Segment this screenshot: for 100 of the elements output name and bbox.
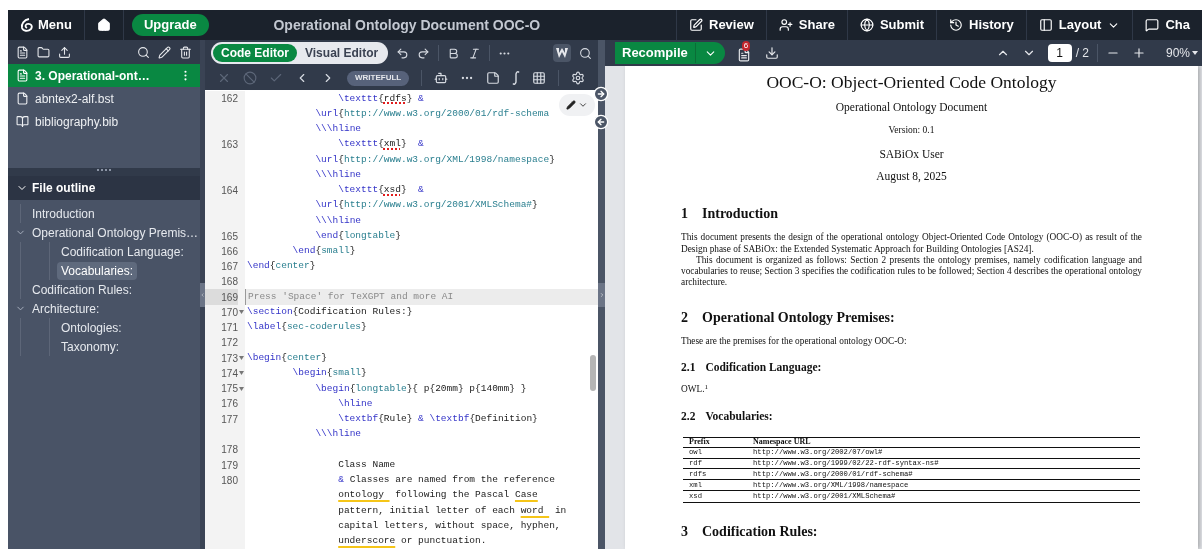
chevron-down-icon [578,100,588,110]
search-icon[interactable] [137,45,150,59]
code-line: \section{Codification Rules:} [246,305,413,320]
check-icon[interactable] [269,71,283,85]
undo-icon[interactable] [396,46,410,60]
document-version: Version: 0.1 [888,123,935,137]
line-number: 169 [205,289,238,305]
house-icon [96,18,111,32]
new-file-icon[interactable] [16,45,29,59]
code-line: \end{center} [246,259,316,274]
line-number: 168 [220,275,238,290]
outline-item[interactable]: Codification Language: [57,242,188,261]
fold-caret-icon[interactable] [239,371,244,376]
integral-icon[interactable] [512,71,521,85]
code-line: Class Name [337,457,396,472]
fold-caret-icon[interactable] [239,310,244,315]
page-number-field[interactable]: 1 [1047,44,1072,62]
book-icon [16,115,29,128]
outline-item[interactable]: Codification Rules: [28,280,137,299]
settings-icon[interactable] [571,71,586,85]
collapse-handle[interactable] [200,282,205,307]
line-number: 174 [220,366,238,381]
line-number: 173 [220,351,238,366]
document-title: OOC-O: Object-Oriented Code Ontology [766,71,1057,94]
upload-icon[interactable] [58,45,71,59]
editor-mode-tab[interactable]: Visual Editor [297,44,387,62]
line-number: 176 [220,397,238,412]
section-heading: 2 Operational Ontology Premises: [681,308,896,327]
chevron-right-icon [598,291,605,298]
search-icon[interactable] [579,46,592,60]
outline-item[interactable]: Introduction [28,204,99,223]
writefull-logo-icon[interactable] [553,44,571,62]
code-line: \url{http://www.w3.org/2000/01/rdf-schema [314,106,550,121]
zoom-in-icon[interactable] [1131,46,1146,60]
note-icon[interactable] [486,71,501,85]
code-line: \begin{small} [291,366,367,381]
redo-icon[interactable] [417,46,431,60]
editor-mode-tab[interactable]: Code Editor [213,44,297,62]
code-line: \texttt{rdfs} & [337,91,424,106]
leaf-logo-icon [20,17,34,33]
writefull-button[interactable]: WRITEFULL [347,70,410,86]
outline-item[interactable]: Operational Ontology Premis… [28,223,203,242]
logs-icon[interactable] [736,48,751,62]
project-title: Operational Ontology Document OOC-O [273,15,541,35]
trash-icon[interactable] [179,45,192,59]
pencil-icon[interactable] [158,45,171,59]
file-item[interactable]: abntex2-alf.bst [8,87,200,110]
line-number: 165 [220,229,238,244]
file-item[interactable]: bibliography.bib [8,110,200,133]
bold-icon[interactable] [447,46,461,60]
outline-item[interactable]: Taxonomy: [57,337,124,356]
body-paragraph: This document presents the design of the operational ontology Object-Oriented Code Ontology (OOC-O) as result of the Design phase of SABiOx: the Extended Systematic Approach for Building Ontologies [AS24]. [681,232,1142,255]
italic-icon[interactable] [468,46,482,60]
file-outline-header[interactable]: File outline [8,176,200,200]
share-icon [778,18,793,32]
body-paragraph: This document is organized as follows: Section 2 presents the ontology premises, namely codification language and vocabularies to reuse; Section 3 specifies the codification rules to be followed; Section 4 describes the operational ontology architecture. [681,254,1142,289]
code-line: \texttt{xsd} & [337,183,424,198]
line-number: 166 [220,244,238,259]
code-line: capital letters, without space, hyphen, [337,518,561,533]
zoom-dropdown[interactable]: 90% [1165,44,1198,62]
file-icon [16,92,29,105]
line-number: 178 [220,443,238,458]
scrollbar-thumb[interactable] [590,355,596,391]
line-number: 171 [220,321,238,336]
expand-handle[interactable] [598,282,605,307]
file-item[interactable]: 3. Operational-ont… [8,64,200,87]
fold-caret-icon[interactable] [239,386,244,391]
code-line: \begin{longtable}{ p{20mm} p{140mm} } [314,381,527,396]
outline-item[interactable]: Ontologies: [57,318,126,337]
line-number: 177 [220,412,238,427]
recompile-button[interactable]: Recompile [615,42,725,64]
body-paragraph: These are the premises for the operational ontology OOC-O: [681,335,908,348]
code-line: \texttt{xml} & [337,137,424,152]
column-header: Prefix [689,438,711,447]
edit-mode-button[interactable] [559,94,595,116]
layout-icon [1038,18,1053,32]
outline-item[interactable]: Architecture: [28,299,104,318]
line-number: 180 [220,473,238,488]
file-icon [16,69,29,82]
code-line: \hline [337,396,373,411]
table-icon[interactable] [532,71,547,85]
subsection-heading: 2.1 Codification Language: [681,360,823,376]
line-number: 175 [220,382,238,397]
code-line: underscore or punctuation. [337,534,487,549]
outline-item[interactable]: Vocabularies: [57,261,138,280]
fold-caret-icon[interactable] [239,356,244,361]
column-header: Namespace URL [753,438,811,447]
code-line: \\\hline [314,167,362,182]
page-total: / 2 [1075,44,1098,62]
section-heading: 3 Codification Rules: [681,522,819,541]
code-line: \url{http://www.w3.org/XML/1998/namespace} [314,152,555,167]
line-number: 164 [220,183,238,198]
folder-icon[interactable] [37,45,50,59]
download-icon[interactable] [764,46,779,60]
code-line: \url{http://www.w3.org/2001/XMLSchema#} [314,198,538,213]
robot-icon[interactable] [434,71,449,85]
upgrade-button[interactable]: Upgrade [131,14,209,36]
error-count-badge: 6 [741,41,751,51]
ai-hint-text: Press 'Space' for TeXGPT and more AI [245,289,598,305]
code-line: pattern, initial letter of each word in [337,503,567,518]
